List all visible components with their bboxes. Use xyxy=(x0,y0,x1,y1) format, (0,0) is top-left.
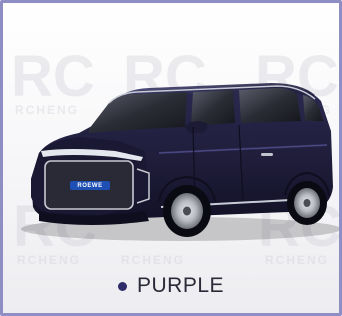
product-color-card[interactable]: RC RC RC RCHENG RCHENG RC RCHENG RC RCHE… xyxy=(0,0,342,316)
color-option[interactable]: PURPLE xyxy=(3,270,339,302)
vehicle-image[interactable]: ROEWE xyxy=(9,61,339,257)
mpv-illustration xyxy=(21,83,339,241)
color-swatch-dot xyxy=(117,281,127,291)
color-name-label: PURPLE xyxy=(136,274,225,297)
grille-badge: ROEWE xyxy=(70,181,110,190)
grille-badge-text: ROEWE xyxy=(77,182,103,189)
